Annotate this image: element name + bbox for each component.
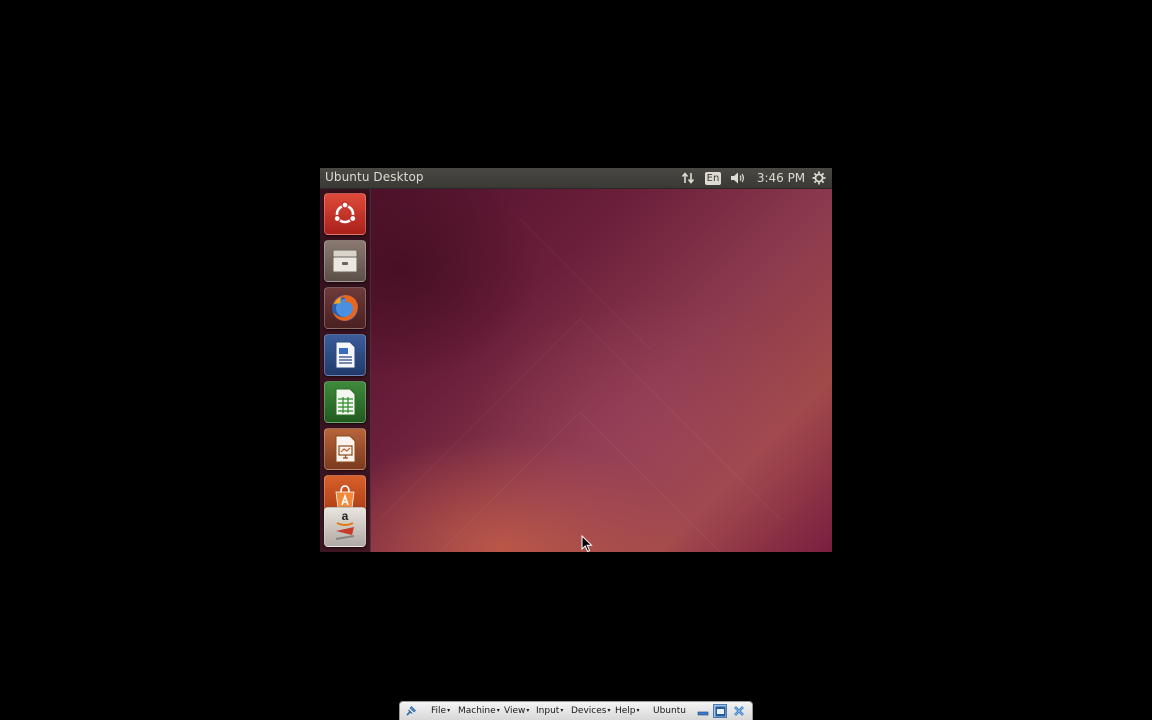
- close-vm-button[interactable]: [732, 704, 746, 718]
- restore-window-icon: [715, 706, 725, 716]
- gear-icon: [812, 171, 826, 185]
- svg-text:a: a: [342, 509, 349, 523]
- ubuntu-logo-icon: [333, 201, 357, 224]
- network-arrows-icon: [681, 172, 695, 184]
- volume-icon: [731, 172, 744, 184]
- close-icon: [734, 706, 744, 716]
- panel-title: Ubuntu Desktop: [325, 170, 424, 184]
- menu-input[interactable]: Input: [536, 705, 563, 717]
- firefox-icon: [332, 295, 358, 321]
- pin-icon: [406, 706, 416, 716]
- launcher-item-dash-home[interactable]: [324, 193, 366, 235]
- sound-indicator[interactable]: [728, 168, 748, 188]
- exit-fullscreen-button[interactable]: [713, 704, 727, 718]
- impress-presentation-icon: [335, 435, 356, 463]
- clock[interactable]: 3:46 PM: [756, 168, 806, 188]
- minimize-icon: [697, 711, 709, 716]
- menu-machine[interactable]: Machine: [458, 705, 500, 717]
- file-cabinet-icon: [332, 249, 358, 273]
- launcher-item-firefox[interactable]: [324, 287, 366, 329]
- mouse-cursor-icon: [581, 535, 593, 553]
- keyboard-layout-indicator[interactable]: En: [704, 168, 722, 188]
- pin-toolbar-button[interactable]: [404, 704, 418, 718]
- session-indicator[interactable]: [810, 168, 828, 188]
- vm-guest-screen[interactable]: Ubuntu Desktop En 3:46 PM a: [320, 168, 832, 552]
- writer-document-icon: [335, 341, 356, 369]
- amazon-icon: a: [335, 509, 355, 540]
- launcher-item-files[interactable]: [324, 240, 366, 282]
- shopping-bag-icon: [335, 485, 355, 509]
- launcher-item-calc[interactable]: [324, 381, 366, 423]
- calc-spreadsheet-icon: [335, 388, 356, 416]
- network-indicator[interactable]: [678, 168, 698, 188]
- vm-name-label: Ubuntu: [653, 706, 686, 716]
- launcher-item-impress[interactable]: [324, 428, 366, 470]
- menu-view[interactable]: View: [504, 705, 529, 717]
- unity-launcher: a: [320, 189, 371, 552]
- desktop-wallpaper[interactable]: [320, 189, 832, 552]
- minimize-button[interactable]: [696, 704, 710, 718]
- wallpaper-pattern: [379, 218, 781, 552]
- menu-file[interactable]: File: [431, 705, 450, 717]
- launcher-item-amazon[interactable]: a: [324, 507, 366, 547]
- virtualbox-mini-toolbar: File Machine View Input Devices Help Ubu…: [399, 701, 753, 720]
- launcher-item-writer[interactable]: [324, 334, 366, 376]
- menu-help[interactable]: Help: [615, 705, 640, 717]
- keyboard-layout-label: En: [704, 171, 722, 185]
- menu-devices[interactable]: Devices: [571, 705, 610, 717]
- top-panel: Ubuntu Desktop En 3:46 PM: [320, 168, 832, 189]
